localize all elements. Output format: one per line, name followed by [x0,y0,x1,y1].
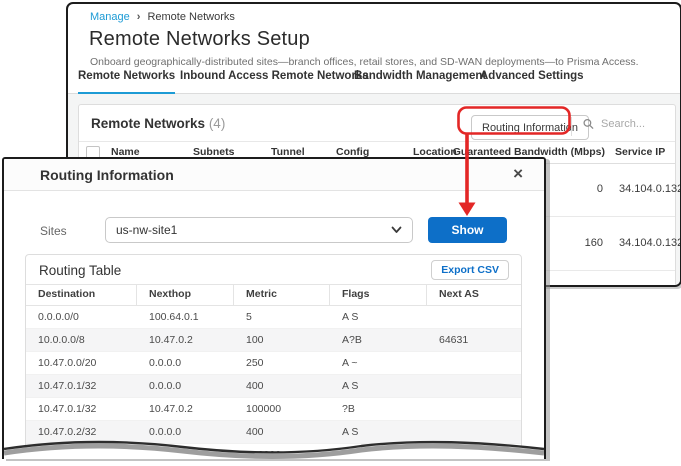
close-icon[interactable]: × [513,163,523,185]
routing-table: Destination Nexthop Metric Flags Next AS… [26,284,521,459]
cell-destination: 0.0.0.0/0 [38,311,79,323]
cell-destination: 10.0.0.0/8 [38,334,85,346]
cell-destination: 10.47.0.1/32 [38,403,97,415]
routing-information-modal: Routing Information × Sites us-nw-site1 … [2,157,546,459]
table-row[interactable]: 10.0.0.0/8 10.47.0.2 100 A?B 64631 [26,329,521,352]
breadcrumb-current: Remote Networks [147,11,235,23]
cell-flags: A S [342,311,359,323]
table-row[interactable]: 10.47.0.1/32 0.0.0.0 400 A S [26,375,521,398]
cell-nexthop: 10.47.0.2 [149,334,193,346]
panel-title: Remote Networks (4) [91,116,225,131]
cell-nexthop: 0.0.0.0 [149,357,182,369]
page-subtitle: Onboard geographically-distributed sites… [90,56,639,68]
cell-next-as [427,306,521,328]
routing-table-header: Destination Nexthop Metric Flags Next AS [26,284,521,306]
show-button[interactable]: Show [428,217,507,243]
panel-count: (4) [208,116,226,131]
col-nexthop: Nexthop [137,285,234,305]
cell-next-as [427,375,521,397]
table-row[interactable]: 10.47.0.0/20 0.0.0.0 250 A ~ [26,352,521,375]
cell-metric: 400 [246,380,264,392]
col-service-ip: Service IP [615,146,666,158]
tab-remote-networks[interactable]: Remote Networks [78,70,176,95]
routing-table-card: Routing Table Export CSV Destination Nex… [25,254,522,459]
cell-destination: 10.47.0.1/32 [38,380,97,392]
tab-inbound-access[interactable]: Inbound Access Remote Networks [180,70,369,92]
col-destination: Destination [26,285,137,305]
search-box[interactable] [583,117,669,131]
cell-next-as [427,398,521,420]
tab-bar: Remote Networks Inbound Access Remote Ne… [68,70,680,95]
export-csv-button[interactable]: Export CSV [431,260,509,280]
breadcrumb-manage-link[interactable]: Manage [90,11,130,23]
cell-flags: A S [342,380,359,392]
row-service-ip: 34.104.0.132 [619,183,681,195]
sites-dropdown[interactable]: us-nw-site1 [105,217,413,243]
cell-next-as: 64631 [439,334,469,346]
sites-label: Sites [40,224,67,238]
chevron-right-icon: › [136,10,141,23]
cell-metric: 100 [246,334,264,346]
routing-table-title: Routing Table [39,263,122,278]
row-bandwidth: 0 [596,183,603,195]
cell-flags: ?B [342,403,355,415]
torn-edge [4,440,544,459]
table-row[interactable]: 0.0.0.0/0 100.64.0.1 5 A S [26,306,521,329]
cell-flags: A ~ [342,357,358,369]
tab-bandwidth-management[interactable]: Bandwidth Management [354,70,486,92]
search-input[interactable] [599,117,669,131]
cell-destination: 10.47.0.0/20 [38,357,97,369]
cell-nexthop: 10.47.0.2 [149,403,193,415]
table-row[interactable]: 10.47.0.1/32 10.47.0.2 100000 ?B [26,398,521,421]
panel-title-text: Remote Networks [91,116,206,131]
page-title: Remote Networks Setup [89,28,310,50]
modal-header: Routing Information × [4,159,544,191]
cell-nexthop: 0.0.0.0 [149,380,182,392]
cell-metric: 5 [246,311,252,323]
row-service-ip: 34.104.0.132 [619,237,681,249]
search-icon [583,118,594,130]
row-bandwidth: 160 [584,237,603,249]
cell-flags: A?B [342,334,362,346]
cell-nexthop: 100.64.0.1 [149,311,199,323]
breadcrumb: Manage › Remote Networks [90,11,235,23]
cell-next-as [427,352,521,374]
col-metric: Metric [234,285,330,305]
sites-dropdown-value: us-nw-site1 [116,223,178,237]
tab-advanced-settings[interactable]: Advanced Settings [480,70,584,92]
chevron-down-icon [391,226,402,233]
cell-metric: 250 [246,357,264,369]
cell-metric: 100000 [246,403,282,415]
toolbar-divider [571,117,572,136]
col-next-as: Next AS [439,288,479,300]
col-flags: Flags [330,285,427,305]
modal-title: Routing Information [40,167,174,183]
